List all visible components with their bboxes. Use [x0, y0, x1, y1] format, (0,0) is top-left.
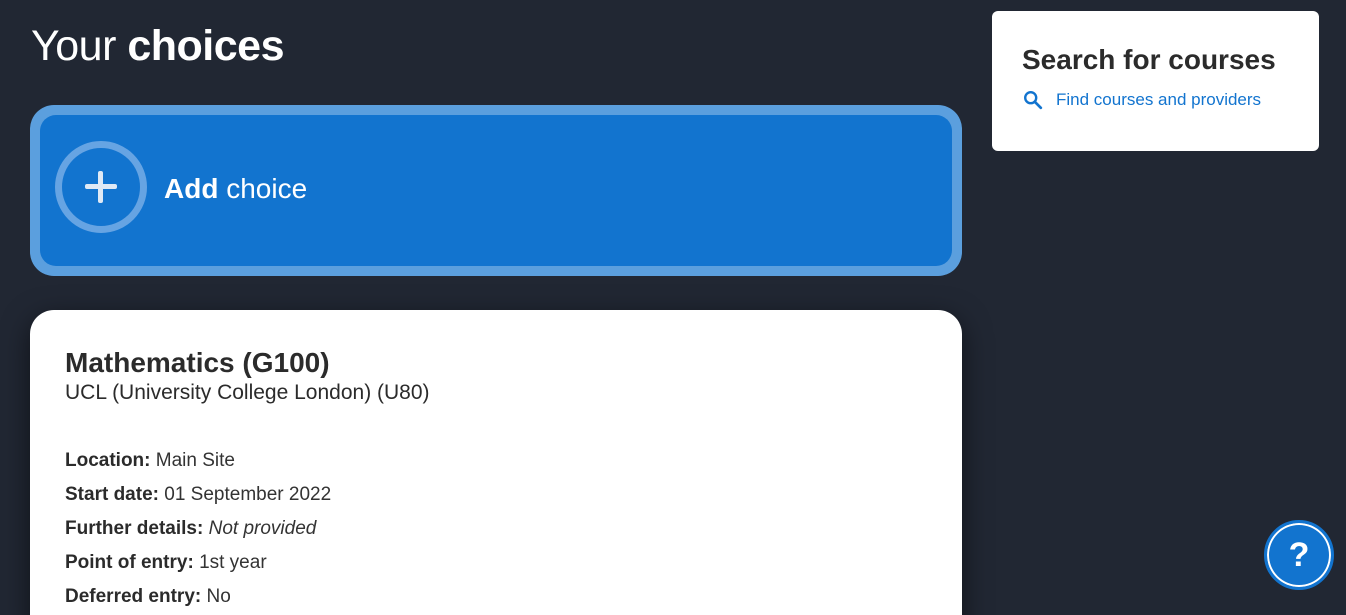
- help-icon: ?: [1288, 536, 1310, 574]
- provider-name: UCL (University College London) (U80): [65, 381, 430, 404]
- detail-further-details: Further details: Not provided: [65, 512, 928, 546]
- detail-label: Further details:: [65, 518, 204, 539]
- find-courses-link-label: Find courses and providers: [1056, 90, 1262, 109]
- page-title: Your choices: [31, 22, 284, 70]
- help-button[interactable]: ?: [1264, 520, 1334, 590]
- detail-location: Location: Main Site: [65, 444, 928, 478]
- detail-point-of-entry: Point of entry: 1st year: [65, 546, 928, 580]
- add-choice-label-bold: Add: [164, 173, 219, 204]
- add-choice-label: Add choice: [164, 171, 307, 207]
- detail-value: Main Site: [155, 450, 235, 471]
- search-icon: [1024, 91, 1043, 110]
- detail-label: Location:: [65, 450, 151, 471]
- page-title-bold: choices: [127, 22, 284, 70]
- find-courses-link[interactable]: Find courses and providers: [1022, 88, 1289, 112]
- add-choice-label-regular: choice: [218, 173, 308, 204]
- add-choice-button[interactable]: Add choice: [30, 105, 962, 276]
- detail-value: No: [206, 586, 231, 607]
- page: Your choices Add choice Mathematics (G10…: [0, 0, 1346, 615]
- detail-label: Start date:: [65, 484, 159, 505]
- detail-start-date: Start date: 01 September 2022: [65, 478, 928, 512]
- detail-label: Point of entry:: [65, 552, 194, 573]
- detail-label: Deferred entry:: [65, 586, 202, 607]
- detail-value: 1st year: [199, 552, 267, 573]
- detail-value: Not provided: [208, 518, 317, 539]
- course-title: Mathematics (G100): [65, 347, 330, 378]
- search-panel-title: Search for courses: [1022, 44, 1276, 75]
- add-choice-inner: Add choice: [40, 115, 952, 266]
- choice-card: Mathematics (G100) UCL (University Colle…: [30, 310, 962, 615]
- choice-details: Location: Main Site Start date: 01 Septe…: [65, 444, 928, 614]
- plus-circle-icon: [55, 141, 147, 233]
- search-panel: Search for courses Find courses and prov…: [992, 11, 1319, 151]
- detail-value: 01 September 2022: [164, 484, 332, 505]
- detail-deferred-entry: Deferred entry: No: [65, 580, 928, 614]
- page-title-regular: Your: [31, 22, 128, 70]
